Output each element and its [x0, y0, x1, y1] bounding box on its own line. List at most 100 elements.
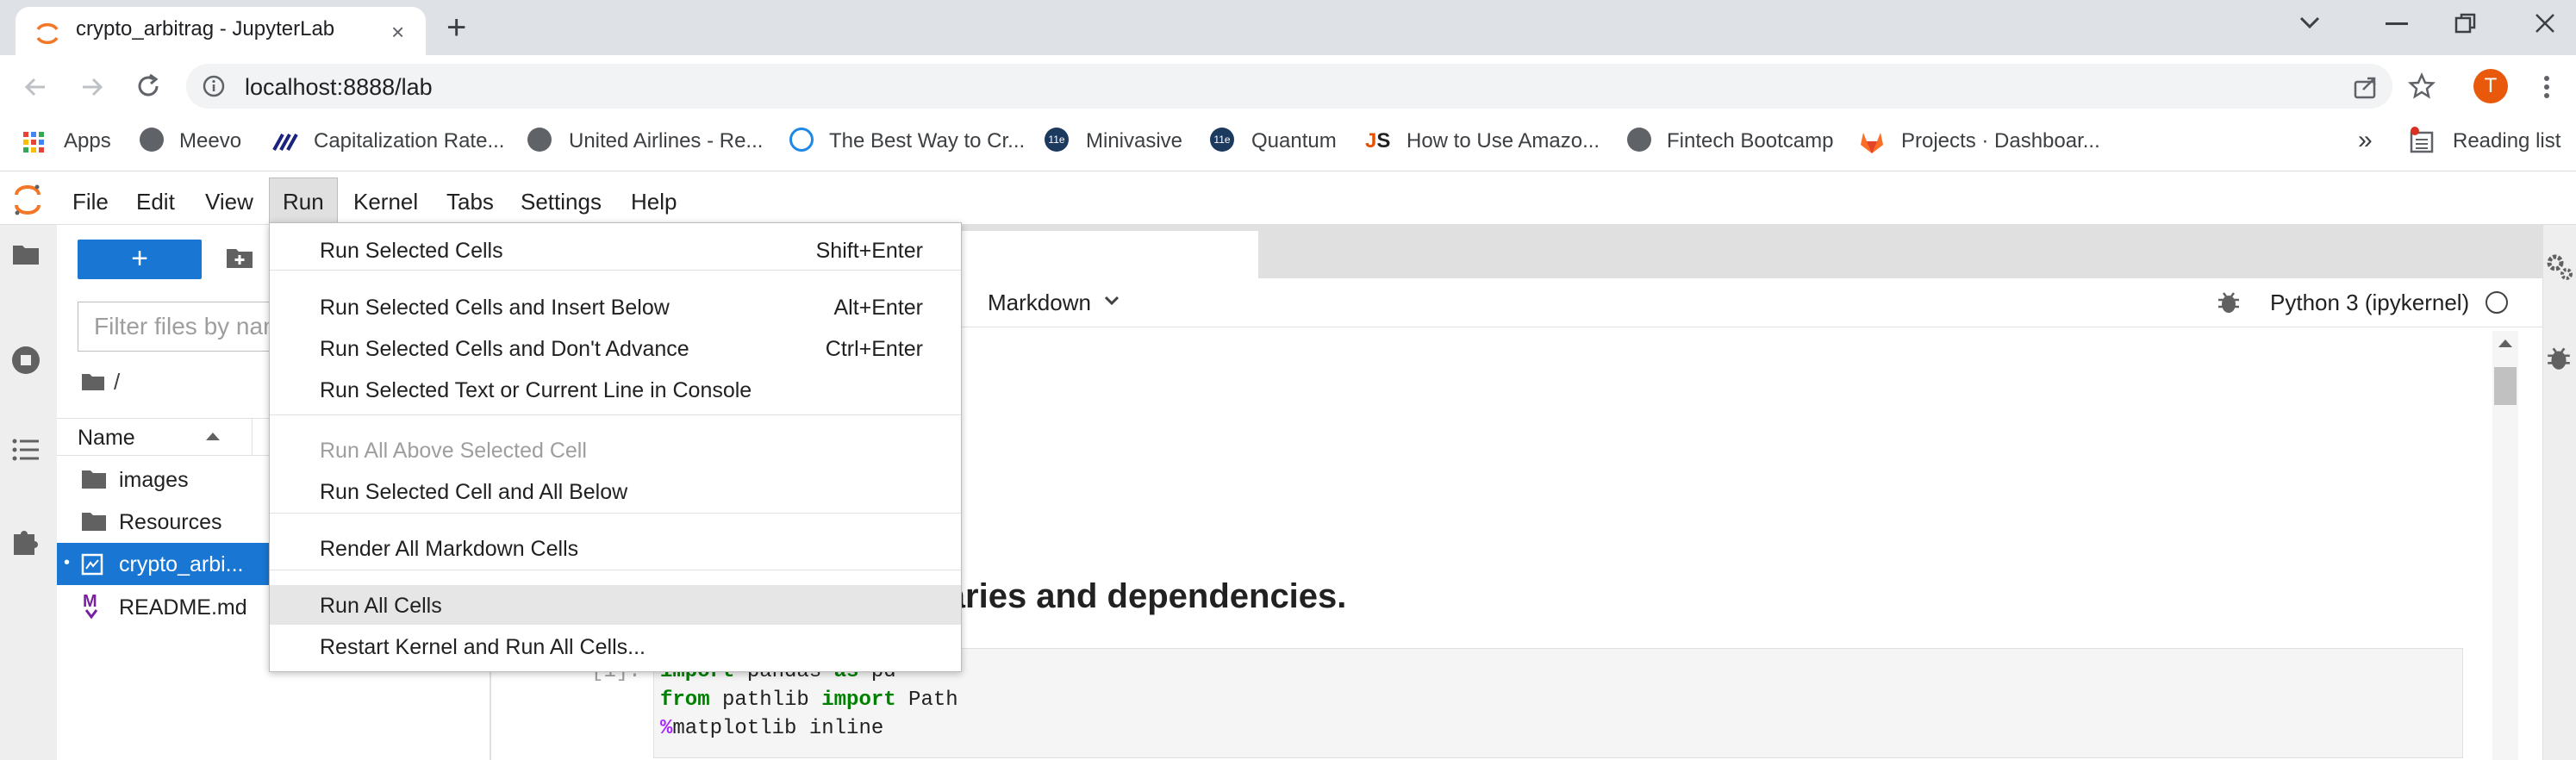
bookmarks-overflow-icon[interactable]: »: [2358, 126, 2373, 155]
menu-file[interactable]: File: [72, 189, 109, 215]
menu-kernel[interactable]: Kernel: [353, 189, 418, 215]
debugger-bug-icon[interactable]: [2217, 290, 2241, 315]
breadcrumb-root[interactable]: /: [114, 369, 120, 396]
gitlab-icon: [1858, 129, 1886, 155]
globe-icon: [527, 128, 552, 152]
tab-title: crypto_arbitrag - JupyterLab: [76, 17, 335, 40]
cell-type-select[interactable]: Markdown: [988, 290, 1091, 316]
menu-item-label: Run All Above Selected Cell: [320, 439, 587, 463]
file-browser-folder-icon[interactable]: [12, 243, 40, 265]
new-folder-icon[interactable]: [226, 246, 253, 269]
menu-run[interactable]: Run: [283, 189, 324, 215]
sort-ascending-icon: [205, 431, 221, 441]
reload-icon[interactable]: [134, 72, 162, 100]
kernel-idle-status-icon: [2486, 291, 2508, 314]
reading-list-button[interactable]: Reading list: [2453, 129, 2560, 153]
code-line-2: from pathlib import Path: [660, 688, 958, 712]
globe-icon: [140, 128, 164, 152]
name-header-label: Name: [78, 426, 135, 450]
extensions-puzzle-icon[interactable]: [10, 526, 41, 557]
menu-item-label: Render All Markdown Cells: [320, 537, 579, 561]
run-menu-item-run-selected-cells-and-don-t-advance[interactable]: Run Selected Cells and Don't Advance Ctrl…: [270, 328, 961, 368]
run-menu-item-render-all-markdown-cells[interactable]: Render All Markdown Cells: [270, 528, 961, 568]
svg-text:M: M: [83, 592, 97, 611]
profile-avatar[interactable]: T: [2473, 69, 2508, 103]
bookmark-quantum[interactable]: Quantum: [1251, 129, 1337, 153]
run-menu-item-run-all-above-selected-cell: Run All Above Selected Cell: [270, 430, 961, 470]
jupyter-favicon-icon: [33, 19, 62, 48]
tab-search-chevron-icon[interactable]: [2298, 14, 2322, 31]
magic-text: matplotlib inline: [672, 717, 884, 740]
tab-close-icon[interactable]: ×: [391, 21, 404, 43]
run-menu-item-restart-kernel-and-run-all-cells[interactable]: Restart Kernel and Run All Cells...: [270, 626, 961, 666]
running-dot-icon: •: [64, 553, 71, 572]
table-of-contents-icon[interactable]: [12, 438, 40, 462]
run-menu-item-run-all-cells[interactable]: Run All Cells: [270, 585, 961, 625]
kernel-name[interactable]: Python 3 (ipykernel): [2270, 290, 2469, 316]
bookmark-amazon[interactable]: How to Use Amazo...: [1407, 129, 1600, 153]
run-menu-dropdown: Run Selected Cells Shift+Enter Run Selecte…: [269, 222, 962, 672]
minimize-icon[interactable]: [2386, 22, 2408, 26]
browser-tab[interactable]: crypto_arbitrag - JupyterLab ×: [16, 7, 426, 55]
right-activity-bar: [2542, 225, 2576, 760]
menu-separator: [270, 270, 961, 271]
running-sessions-icon[interactable]: [10, 345, 41, 376]
bookmark-fintech[interactable]: Fintech Bootcamp: [1667, 129, 1833, 153]
new-tab-button[interactable]: +: [446, 7, 466, 48]
breadcrumb-folder-icon[interactable]: [81, 372, 105, 391]
menu-item-label: Run Selected Cells and Insert Below: [320, 296, 670, 320]
file-name: images: [119, 468, 189, 492]
menu-view[interactable]: View: [205, 189, 253, 215]
run-menu-item-run-selected-cell-and-all-below[interactable]: Run Selected Cell and All Below: [270, 471, 961, 511]
reading-list-icon: [2408, 126, 2437, 155]
menu-settings[interactable]: Settings: [521, 189, 602, 215]
circle-logo-icon: [789, 128, 814, 152]
property-inspector-gears-icon[interactable]: [2544, 252, 2575, 283]
scrollbar-thumb[interactable]: [2494, 367, 2517, 405]
bookmark-gitlab-projects[interactable]: Projects · Dashboar...: [1901, 129, 2100, 153]
globe-icon: [1627, 128, 1651, 152]
menu-item-shortcut: Alt+Enter: [833, 296, 923, 320]
menu-separator: [270, 513, 961, 514]
folder-icon: [81, 511, 107, 532]
run-menu-item-run-selected-cells-and-insert-below[interactable]: Run Selected Cells and Insert Below Alt+E…: [270, 287, 961, 327]
11e-logo-icon: 11e: [1210, 128, 1234, 152]
forward-icon[interactable]: [79, 74, 105, 100]
back-icon[interactable]: [22, 74, 48, 100]
run-menu-item-run-selected-cells[interactable]: Run Selected Cells Shift+Enter: [270, 230, 961, 270]
bookmark-apps[interactable]: Apps: [64, 129, 111, 153]
file-name: crypto_arbi...: [119, 552, 244, 576]
bookmark-star-icon[interactable]: [2408, 72, 2436, 100]
menu-edit[interactable]: Edit: [136, 189, 175, 215]
menu-separator: [270, 414, 961, 415]
folder-icon: [81, 469, 107, 489]
column-divider: [252, 419, 253, 455]
bookmark-minivasive[interactable]: Minivasive: [1086, 129, 1182, 153]
menu-item-label: Restart Kernel and Run All Cells...: [320, 635, 646, 659]
menu-tabs[interactable]: Tabs: [446, 189, 494, 215]
share-icon[interactable]: [2353, 74, 2379, 100]
menu-item-label: Run Selected Cells and Don't Advance: [320, 337, 689, 361]
address-bar[interactable]: [186, 64, 2392, 109]
markdown-icon: M: [81, 591, 102, 620]
bookmark-capitalization-rate[interactable]: Capitalization Rate...: [314, 129, 504, 153]
debugger-panel-bug-icon[interactable]: [2546, 345, 2572, 372]
window-close-icon[interactable]: [2534, 12, 2556, 34]
restore-icon[interactable]: [2454, 12, 2477, 34]
left-activity-bar: [0, 225, 58, 760]
bookmark-united-airlines[interactable]: United Airlines - Re...: [569, 129, 763, 153]
menu-help[interactable]: Help: [631, 189, 677, 215]
menu-item-label: Run Selected Text or Current Line in Con…: [320, 378, 752, 402]
bookmark-meevo[interactable]: Meevo: [179, 129, 241, 153]
kebab-menu-icon[interactable]: [2542, 74, 2551, 100]
menu-item-label: Run Selected Cells: [320, 239, 503, 263]
code-line-3: %matplotlib inline: [660, 717, 884, 740]
url-text[interactable]: localhost:8888/lab: [245, 74, 433, 101]
new-launcher-button[interactable]: +: [78, 240, 202, 279]
site-info-icon[interactable]: [202, 74, 226, 98]
run-menu-item-run-selected-text-or-current-line-in-console[interactable]: Run Selected Text or Current Line in Con…: [270, 370, 961, 409]
notebook-icon: [81, 553, 103, 576]
bookmark-best-way[interactable]: The Best Way to Cr...: [829, 129, 1025, 153]
menu-item-label: Run Selected Cell and All Below: [320, 480, 628, 504]
scroll-up-arrow-icon[interactable]: [2498, 338, 2513, 348]
